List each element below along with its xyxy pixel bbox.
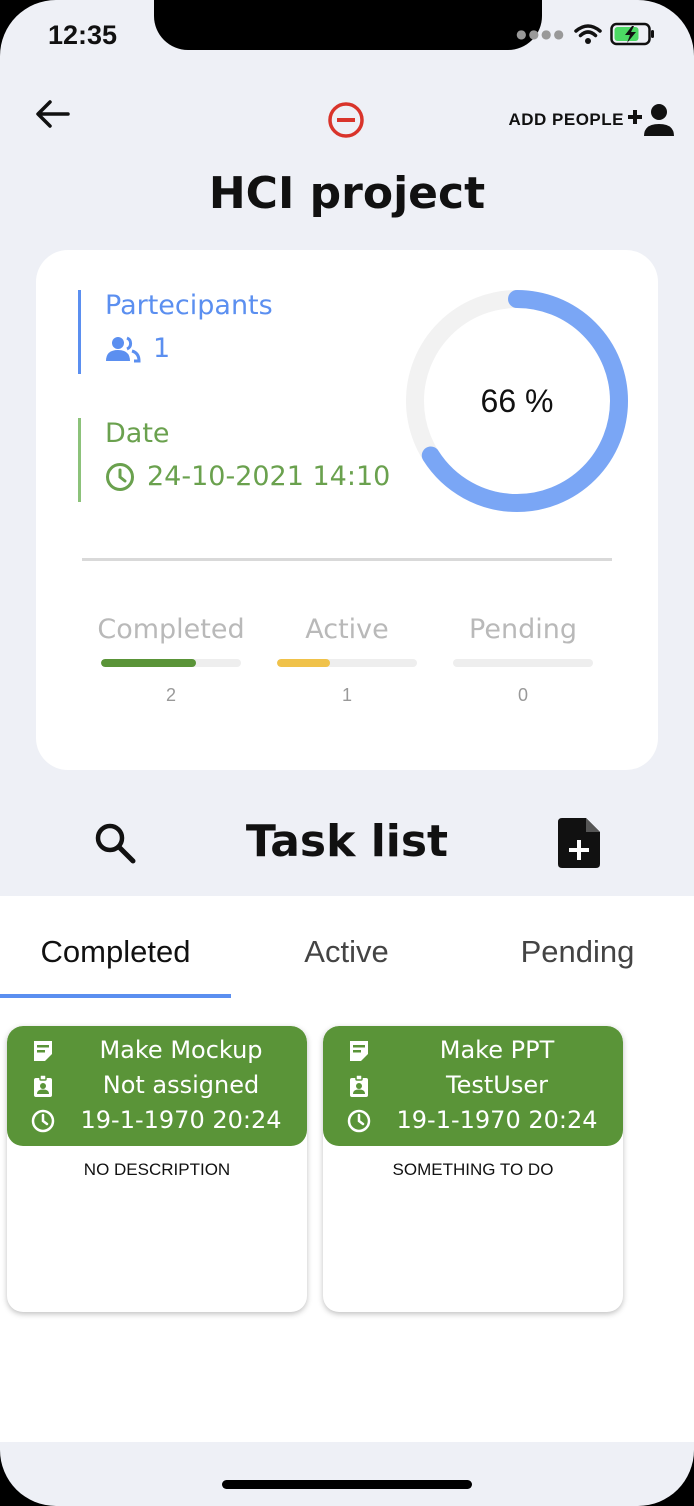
participants-value: 1 <box>105 333 273 364</box>
participants-count: 1 <box>153 333 171 364</box>
note-icon <box>350 1041 368 1061</box>
task-date-row: 19-1-1970 20:24 <box>7 1104 307 1136</box>
note-add-icon <box>558 818 600 868</box>
app-screen: 12:35 ●●●● ADD PEOPLE HCI project Partec… <box>0 0 694 1506</box>
task-card-header: Make PPT TestUser 19-1-1970 20:24 <box>323 1026 623 1146</box>
task-datetime: 19-1-1970 20:24 <box>396 1106 598 1134</box>
back-arrow-icon <box>36 100 70 128</box>
task-card[interactable]: Make Mockup Not assigned 19-1-1970 20:24… <box>7 1026 307 1312</box>
task-name: Make Mockup <box>99 1036 263 1064</box>
task-datetime: 19-1-1970 20:24 <box>80 1106 282 1134</box>
task-assignee: Not assigned <box>102 1071 260 1099</box>
project-summary-card: Partecipants 1 Date 24-10-2021 14:10 66 … <box>36 250 658 770</box>
summary-divider <box>82 558 612 561</box>
task-name: Make PPT <box>439 1036 555 1064</box>
task-name-row: Make Mockup <box>7 1034 307 1066</box>
date-block: Date 24-10-2021 14:10 <box>78 418 390 502</box>
tab-active[interactable]: Active <box>231 934 462 970</box>
task-assignee: TestUser <box>446 1071 548 1099</box>
stat-label: Pending <box>469 614 577 645</box>
tab-completed[interactable]: Completed <box>0 934 231 970</box>
wifi-icon <box>574 24 602 44</box>
clock-icon <box>106 462 134 491</box>
progress-text: 66 % <box>480 382 554 419</box>
stat-completed: Completed 2 <box>91 614 251 706</box>
stat-count: 1 <box>341 685 352 705</box>
tab-pending[interactable]: Pending <box>462 934 693 970</box>
stat-active: Active 1 <box>267 614 427 706</box>
people-icon <box>106 336 141 362</box>
back-button[interactable] <box>32 96 72 132</box>
task-card-header: Make Mockup Not assigned 19-1-1970 20:24 <box>7 1026 307 1146</box>
status-icons: ●●●● <box>516 22 656 46</box>
battery-icon <box>610 22 654 46</box>
badge-icon <box>34 1074 52 1097</box>
task-card[interactable]: Make PPT TestUser 19-1-1970 20:24 SOMETH… <box>323 1026 623 1312</box>
add-task-button[interactable] <box>558 818 600 868</box>
home-indicator <box>222 1480 472 1489</box>
stat-bar-fill <box>101 659 197 667</box>
date-value-row: 24-10-2021 14:10 <box>105 461 390 492</box>
task-assignee-row: TestUser <box>323 1069 623 1101</box>
task-assignee-row: Not assigned <box>7 1069 307 1101</box>
date-value: 24-10-2021 14:10 <box>147 461 391 492</box>
stat-label: Completed <box>97 614 245 645</box>
stat-label: Active <box>305 614 389 645</box>
stat-pending: Pending 0 <box>443 614 603 706</box>
task-date-row: 19-1-1970 20:24 <box>323 1104 623 1136</box>
signal-dots-icon: ●●●● <box>516 27 566 41</box>
person-add-icon <box>628 104 674 136</box>
add-people-button[interactable]: ADD PEOPLE <box>508 102 676 138</box>
add-people-label: ADD PEOPLE <box>508 110 624 129</box>
project-title: HCI project <box>208 168 486 219</box>
clock-icon <box>31 1109 55 1133</box>
task-description: SOMETHING TO DO <box>392 1160 554 1179</box>
device-notch <box>154 0 542 50</box>
participants-block: Partecipants 1 <box>78 290 273 374</box>
task-name-row: Make PPT <box>323 1034 623 1066</box>
clock-icon <box>347 1109 371 1133</box>
date-label: Date <box>105 418 170 449</box>
note-icon <box>34 1041 52 1061</box>
stat-bar <box>277 659 417 667</box>
stat-bar-fill <box>277 659 331 667</box>
task-description: NO DESCRIPTION <box>83 1160 231 1179</box>
stat-count: 0 <box>517 685 528 705</box>
status-time: 12:35 <box>48 20 118 50</box>
participants-label: Partecipants <box>105 290 273 321</box>
stat-count: 2 <box>165 685 176 705</box>
stat-bar <box>453 659 593 667</box>
badge-icon <box>350 1074 368 1097</box>
stat-bar <box>101 659 241 667</box>
remove-circle-icon <box>328 102 364 138</box>
tab-selected-indicator <box>0 994 231 998</box>
remove-project-button[interactable] <box>326 100 366 140</box>
